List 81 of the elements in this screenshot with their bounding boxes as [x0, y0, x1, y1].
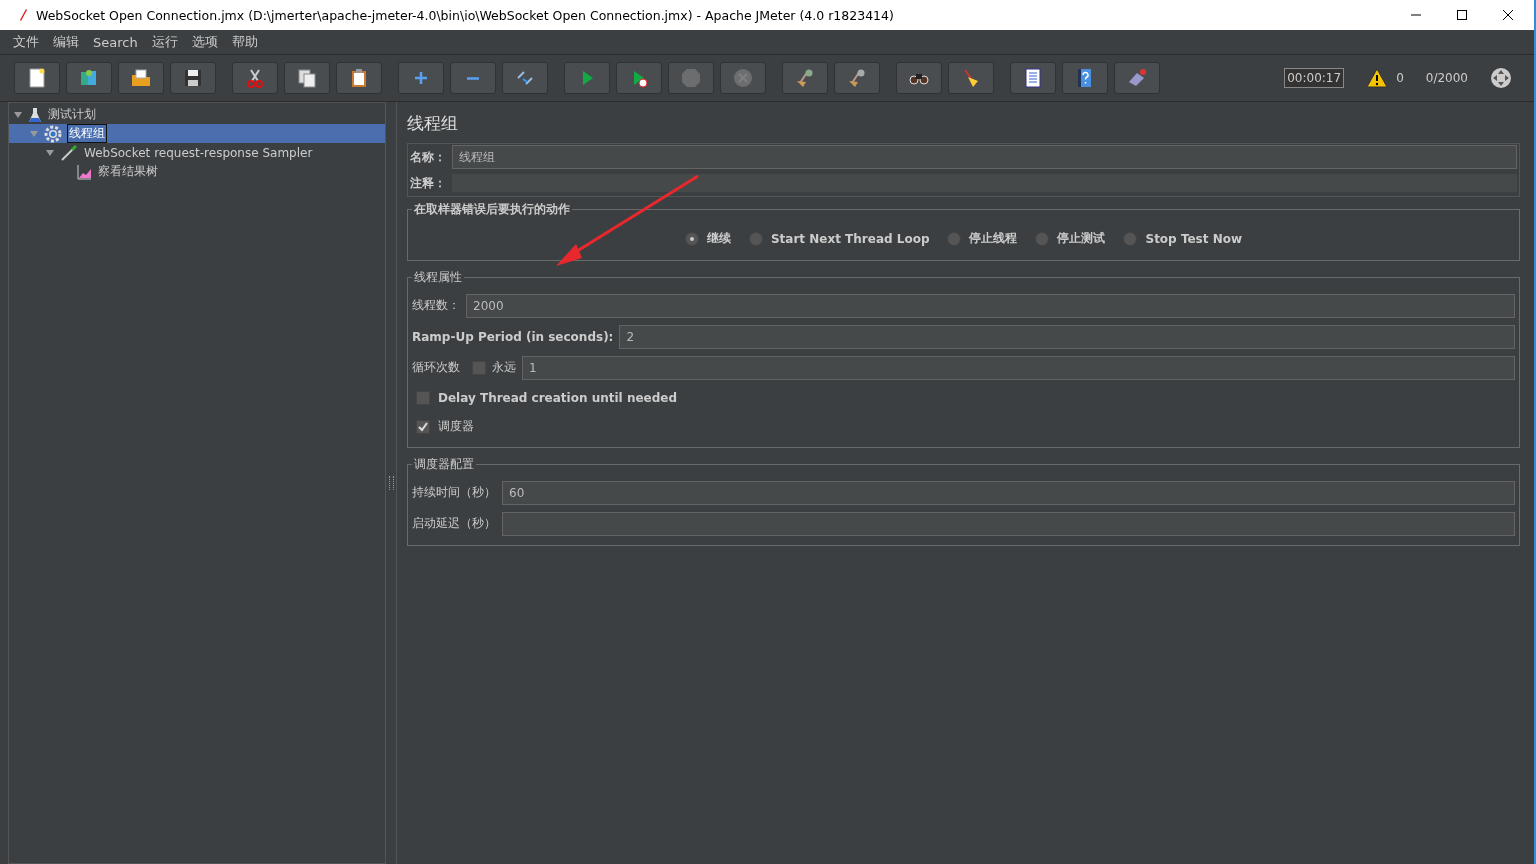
new-document-icon [26, 67, 48, 89]
radio-button[interactable] [684, 231, 699, 246]
radio-button[interactable] [748, 231, 763, 246]
thread-count: 0/2000 [1425, 71, 1468, 85]
close-icon[interactable] [1502, 9, 1514, 21]
chart-icon [76, 163, 92, 180]
stop-sign-icon [680, 67, 702, 89]
checkbox[interactable] [416, 390, 430, 405]
menu-item[interactable]: 文件 [13, 33, 39, 51]
toolbar-button[interactable] [948, 62, 994, 94]
field-label: 循环次数 [412, 359, 460, 376]
radio-label: Start Next Thread Loop [770, 231, 930, 246]
toolbar-button[interactable] [834, 62, 880, 94]
warning-count: 0 [1396, 71, 1404, 85]
checkbox-label: Delay Thread creation until needed [438, 390, 678, 405]
save-icon [182, 67, 204, 89]
shutdown-icon [732, 67, 754, 89]
toolbar-button[interactable] [336, 62, 382, 94]
toolbar-button[interactable] [118, 62, 164, 94]
radio-button[interactable] [1035, 231, 1050, 246]
toolbar-button[interactable] [616, 62, 662, 94]
maximize-icon[interactable] [1456, 9, 1468, 21]
field-label: 线程数： [412, 297, 460, 314]
scissors-icon [244, 67, 266, 89]
thread-count-field[interactable]: 2000 [466, 293, 1515, 318]
radio-label: 继续 [706, 230, 731, 247]
menu-item[interactable]: Search [93, 34, 138, 50]
radio-button[interactable] [947, 231, 962, 246]
menu-item[interactable]: 编辑 [53, 33, 79, 51]
expand-triangle-icon[interactable] [13, 109, 23, 120]
pipette-icon [60, 144, 78, 161]
group-legend: 线程属性 [412, 269, 464, 286]
warning-icon[interactable] [1366, 68, 1389, 88]
copy-icon [296, 67, 318, 89]
field-label: 持续时间（秒） [412, 484, 496, 501]
name-field[interactable]: 线程组 [452, 145, 1517, 169]
field-label: Ramp-Up Period (in seconds): [412, 329, 614, 344]
field-label: 名称： [410, 148, 446, 166]
checkbox-label: 调度器 [438, 418, 474, 435]
open-folder-icon [130, 67, 152, 89]
checkbox[interactable] [416, 419, 430, 434]
notebook-icon [1022, 67, 1044, 89]
status-circle-icon [1490, 67, 1512, 89]
field-label: 启动延迟（秒） [412, 515, 496, 532]
toolbar-button[interactable] [14, 62, 60, 94]
toolbar-button[interactable] [502, 62, 548, 94]
window-title: WebSocket Open Connection.jmx (D:\jmerter\apache-jmeter-4.0\bin\io\WebSocket Open Connection.jmx) - Apache JMeter (4.0 r1823414) [36, 7, 894, 23]
tree-item[interactable]: 察看结果树 [97, 163, 159, 180]
checkbox-label: 永远 [492, 359, 516, 376]
flask-icon [28, 106, 42, 123]
startup-delay-field[interactable] [502, 511, 1515, 536]
minus-icon [466, 76, 480, 80]
duration-field[interactable]: 60 [502, 480, 1515, 505]
group-legend: 在取样器错误后要执行的动作 [412, 201, 572, 218]
checkbox[interactable] [472, 360, 486, 375]
tree-item[interactable]: WebSocket request-response Sampler [83, 145, 314, 160]
menu-item[interactable]: 运行 [151, 33, 178, 51]
elapsed-timer: 00:00:17 [1284, 68, 1345, 88]
toolbar-button[interactable] [1062, 62, 1108, 94]
gear-icon [44, 124, 62, 143]
radio-label: 停止测试 [1057, 230, 1106, 247]
tree-item[interactable]: 测试计划 [47, 106, 97, 123]
group-legend: 调度器配置 [412, 456, 476, 473]
field-label: 注释： [410, 174, 446, 192]
tree-item[interactable]: 线程组 [67, 124, 107, 143]
radio-label: Stop Test Now [1145, 231, 1243, 246]
expand-triangle-icon[interactable] [45, 147, 55, 158]
ramp-up-field[interactable]: 2 [619, 324, 1515, 349]
toolbar-button[interactable] [232, 62, 278, 94]
panel-title: 线程组 [407, 112, 459, 135]
toolbar-button[interactable] [284, 62, 330, 94]
loop-count-field[interactable]: 1 [522, 355, 1515, 380]
radio-button[interactable] [1123, 231, 1138, 246]
toolbar-button[interactable] [1010, 62, 1056, 94]
menu-item[interactable]: 帮助 [231, 33, 258, 51]
comment-field[interactable] [452, 174, 1517, 192]
menu-item[interactable]: 选项 [191, 33, 218, 51]
toolbar-button[interactable] [170, 62, 216, 94]
splitter-handle[interactable] [388, 476, 394, 490]
radio-label: 停止线程 [969, 230, 1018, 247]
toolbar-button[interactable] [896, 62, 942, 94]
